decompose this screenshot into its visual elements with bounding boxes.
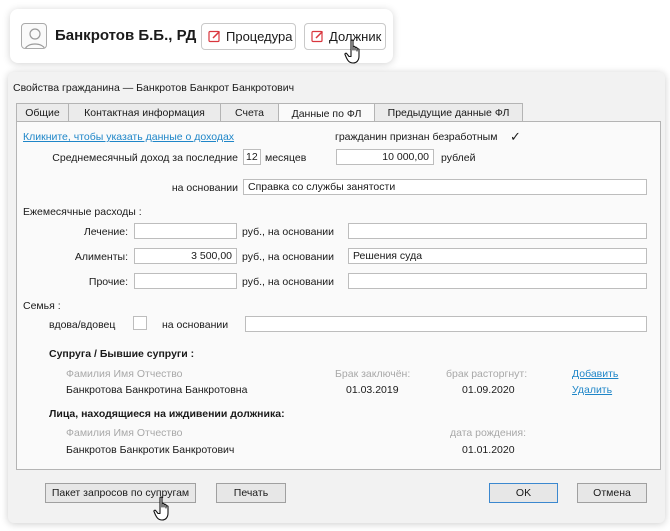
hand-cursor-icon [153, 496, 169, 521]
avg-income-field[interactable]: 10 000,00 [336, 149, 434, 165]
unemployed-checkbox[interactable]: ✓ [510, 130, 523, 143]
other-amount-field[interactable] [134, 273, 237, 289]
tab-contact-info[interactable]: Контактная информация [68, 103, 221, 122]
family-basis-field[interactable] [245, 316, 647, 332]
widow-label: вдова/вдовец [49, 319, 116, 331]
married-column: Брак заключён: [335, 368, 411, 380]
treatment-basis-field[interactable] [348, 223, 647, 239]
cancel-button[interactable]: Отмена [577, 483, 647, 503]
tab-accounts[interactable]: Счета [220, 103, 279, 122]
debtor-header-card: Банкротов Б.Б., РД Процедура Должник [10, 9, 393, 64]
edit-icon [208, 30, 221, 43]
procedure-button[interactable]: Процедура [201, 23, 296, 50]
income-data-link[interactable]: Кликните, чтобы указать данные о доходах [23, 131, 234, 143]
alimony-unit-label: руб., на основании [242, 251, 334, 263]
alimony-amount-field[interactable]: 3 500,00 [134, 248, 237, 264]
tab-general[interactable]: Общие [16, 103, 69, 122]
income-basis-label: на основании [171, 182, 238, 194]
family-basis-label: на основании [162, 319, 229, 331]
divorced-column: брак расторгнут: [446, 368, 528, 380]
delete-spouse-link[interactable]: Удалить [572, 384, 612, 396]
procedure-button-label: Процедура [226, 29, 293, 44]
dependent-name-column: Фамилия Имя Отчество [66, 427, 183, 439]
income-basis-field[interactable]: Справка со службы занятости [243, 179, 647, 195]
alimony-basis-field[interactable]: Решения суда [348, 248, 647, 264]
widow-checkbox[interactable] [133, 316, 147, 330]
avatar-icon [21, 23, 47, 49]
tab-bar: Общие Контактная информация Счета Данные… [16, 103, 523, 123]
spouse-divorced-date: 01.09.2020 [462, 384, 515, 396]
expenses-heading: Ежемесячные расходы : [23, 206, 142, 218]
dependent-birth-date: 01.01.2020 [462, 444, 515, 456]
ok-button[interactable]: OK [489, 483, 558, 503]
spouse-name: Банкротова Банкротина Банкротовна [66, 384, 248, 396]
hand-cursor-icon [344, 39, 360, 64]
other-basis-field[interactable] [348, 273, 647, 289]
dependents-heading: Лица, находящиеся на иждивении должника: [49, 408, 285, 420]
add-spouse-link[interactable]: Добавить [572, 368, 618, 380]
tab-previous-individual-data[interactable]: Предыдущие данные ФЛ [374, 103, 523, 122]
months-label: месяцев [265, 152, 307, 164]
dependent-name: Банкротов Банкротик Банкротович [66, 444, 235, 456]
window-title: Свойства гражданина — Банкротов Банкрот … [13, 82, 295, 94]
unemployed-label: гражданин признан безработным [335, 131, 498, 143]
treatment-label: Лечение: [83, 226, 128, 238]
tab-individual-data[interactable]: Данные по ФЛ [278, 103, 375, 123]
treatment-unit-label: руб., на основании [242, 226, 334, 238]
family-heading: Семья : [23, 300, 61, 312]
rubles-label: рублей [441, 152, 476, 164]
birth-date-column: дата рождения: [450, 427, 527, 439]
edit-icon [311, 30, 324, 43]
months-field[interactable]: 12 [243, 149, 261, 165]
treatment-amount-field[interactable] [134, 223, 237, 239]
spouses-heading: Супруга / Бывшие супруги : [49, 348, 195, 360]
alimony-label: Алименты: [74, 251, 128, 263]
debtor-name: Банкротов Б.Б., РД [55, 27, 197, 44]
spouse-name-column: Фамилия Имя Отчество [66, 368, 183, 380]
print-button[interactable]: Печать [216, 483, 286, 503]
avg-income-label: Среднемесячный доход за последние [52, 152, 238, 164]
other-unit-label: руб., на основании [242, 276, 334, 288]
spouse-married-date: 01.03.2019 [346, 384, 399, 396]
other-expenses-label: Прочие: [88, 276, 128, 288]
